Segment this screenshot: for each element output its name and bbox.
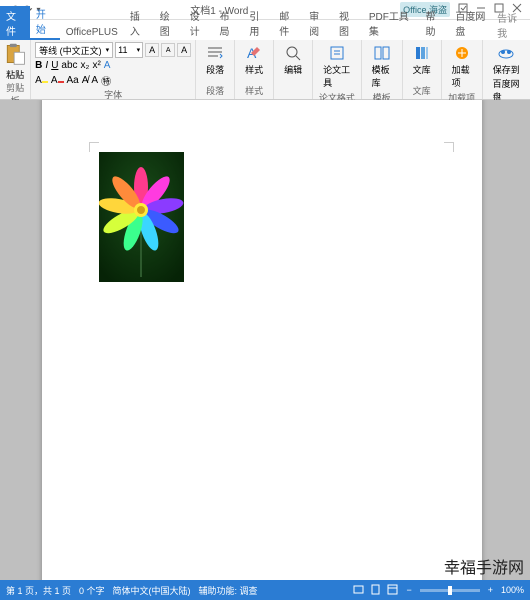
ribbon: 粘贴 剪贴板 等线 (中文正文)▾ 11▾ A A A B I U abc x₂… [0,40,530,100]
zoom-in-button[interactable]: + [488,585,493,595]
document-page[interactable] [42,100,482,580]
tab-review[interactable]: 审阅 [303,6,333,40]
save-baidu-button[interactable]: 保存到 百度网盘 [487,42,526,105]
text-effect-icon[interactable]: A [104,60,111,71]
tab-help[interactable]: 帮助 [420,6,450,40]
enclose-icon[interactable]: ㊕ [101,73,111,88]
group-clipboard: 粘贴 剪贴板 [0,40,31,99]
view-read-icon[interactable] [353,584,364,597]
font-name-select[interactable]: 等线 (中文正文)▾ [35,42,113,58]
status-page[interactable]: 第 1 页，共 1 页 [6,584,71,597]
status-language[interactable]: 简体中文(中国大陆) [113,584,191,597]
tab-references[interactable]: 引用 [243,6,273,40]
ribbon-tabs: 文件 开始 OfficePLUS 插入 绘图 设计 布局 引用 邮件 审阅 视图… [0,20,530,40]
status-words[interactable]: 0 个字 [79,584,105,597]
template-button[interactable]: 模板库 [366,42,398,91]
tell-me[interactable]: 告诉我 [497,10,530,40]
tab-mailings[interactable]: 邮件 [273,6,303,40]
paste-icon[interactable] [4,42,26,68]
view-web-icon[interactable] [387,584,398,597]
grow-font-icon[interactable]: A [145,43,159,57]
underline-button[interactable]: U [51,60,58,71]
document-area [0,100,530,580]
zoom-level[interactable]: 100% [501,585,524,595]
group-save-baidu: 保存到 百度网盘 保存 [483,40,530,99]
group-wenku: 文库 文库 [403,40,442,99]
group-drawtool: 论文工具 论文格式 [313,40,361,99]
inserted-image[interactable] [99,152,184,282]
drawtool-button[interactable]: 论文工具 [317,42,356,91]
zoom-slider[interactable] [420,589,480,592]
char-border-icon[interactable]: A [91,75,98,86]
zoom-out-button[interactable]: − [406,585,411,595]
tab-pdf[interactable]: PDF工具集 [363,6,420,40]
tab-design[interactable]: 设计 [184,6,214,40]
tab-insert[interactable]: 插入 [124,6,154,40]
group-label-paragraph: 段落 [200,84,230,97]
italic-button[interactable]: I [45,60,48,71]
font-color-icon[interactable]: A [51,75,64,86]
group-paragraph: 段落 段落 [196,40,235,99]
group-label-styles: 样式 [239,84,269,97]
watermark-text: 幸福手游网 [444,554,524,578]
tab-view[interactable]: 视图 [333,6,363,40]
editing-button[interactable]: 编辑 [278,42,308,78]
group-editing: 编辑 [274,40,313,99]
strike-icon[interactable]: abc [61,60,77,71]
view-print-icon[interactable] [370,584,381,597]
tab-officeplus[interactable]: OfficePLUS [60,25,124,40]
bold-button[interactable]: B [35,60,42,71]
group-styles: A 样式 样式 [235,40,274,99]
subscript-icon[interactable]: x₂ [81,60,90,71]
paragraph-button[interactable]: 段落 [200,42,230,78]
tab-baidu[interactable]: 百度网盘 [449,6,497,40]
group-label-wenku: 文库 [407,84,437,97]
styles-button[interactable]: A 样式 [239,42,269,78]
font-size-select[interactable]: 11▾ [115,42,143,58]
superscript-icon[interactable]: x² [92,60,100,71]
shrink-font-icon[interactable]: A [161,43,175,57]
paste-button[interactable]: 粘贴 [6,68,24,81]
clear-format-icon[interactable]: A̸ [82,75,89,86]
margin-corner-tr [444,142,454,152]
status-accessibility[interactable]: 辅助功能: 调查 [199,584,258,597]
tab-file[interactable]: 文件 [0,6,30,40]
phonetic-icon[interactable]: Aa [67,75,79,86]
tab-home[interactable]: 开始 [30,4,60,40]
wenku-button[interactable]: 文库 [407,42,437,78]
tab-draw[interactable]: 绘图 [154,6,184,40]
group-addin: 加载项 加载项 [442,40,483,99]
group-font: 等线 (中文正文)▾ 11▾ A A A B I U abc x₂ x² A A… [31,40,196,99]
tab-layout[interactable]: 布局 [213,6,243,40]
highlight-icon[interactable]: A [35,75,48,86]
change-case-icon[interactable]: A [177,43,191,57]
margin-corner-tl [89,142,99,152]
addin-button[interactable]: 加载项 [446,42,478,91]
group-template: 模板库 模板 [362,40,403,99]
status-bar: 第 1 页，共 1 页 0 个字 简体中文(中国大陆) 辅助功能: 调查 − +… [0,580,530,600]
